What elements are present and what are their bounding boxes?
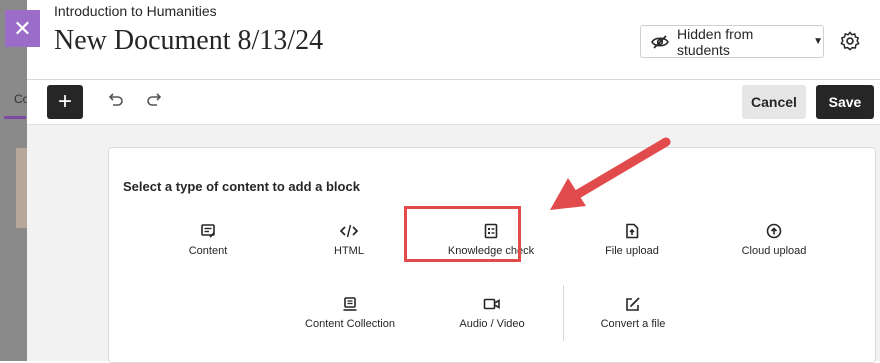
cloud-upload-icon (766, 223, 782, 239)
block-option-label: Cloud upload (741, 245, 807, 257)
block-picker-prompt: Select a type of content to add a block (123, 179, 360, 194)
visibility-dropdown[interactable]: Hidden from students ▼ (640, 25, 824, 58)
block-option-html[interactable]: HTML (292, 221, 406, 257)
option-divider (563, 285, 564, 341)
background-page: Co (0, 0, 29, 361)
edit-icon (201, 224, 215, 238)
annotation-arrow-icon (550, 137, 671, 210)
file-upload-icon (626, 223, 639, 239)
cancel-button[interactable]: Cancel (742, 85, 806, 119)
collection-icon (343, 297, 357, 311)
block-option-convert-file[interactable]: Convert a file (576, 294, 690, 330)
redo-icon[interactable] (147, 93, 163, 107)
convert-icon (626, 297, 640, 311)
add-block-button[interactable]: + (47, 85, 83, 119)
block-option-label: File upload (605, 245, 659, 257)
block-option-label: Content Collection (305, 318, 395, 330)
panel-header: Introduction to Humanities New Document … (27, 0, 880, 80)
close-button[interactable]: ✕ (5, 10, 40, 47)
course-name: Introduction to Humanities (54, 3, 217, 19)
undo-icon[interactable] (107, 93, 123, 107)
block-option-cloud-upload[interactable]: Cloud upload (717, 221, 831, 257)
background-image (16, 148, 27, 228)
block-option-content[interactable]: Content (151, 221, 265, 257)
block-option-label: Audio / Video (459, 318, 525, 330)
document-panel: Introduction to Humanities New Document … (27, 0, 880, 363)
block-option-audio-video[interactable]: Audio / Video (435, 294, 549, 330)
block-option-file-upload[interactable]: File upload (575, 221, 689, 257)
video-icon (483, 298, 500, 310)
annotation-highlight-box (404, 206, 521, 262)
eye-off-icon (651, 34, 669, 49)
save-button[interactable]: Save (816, 85, 874, 119)
chevron-down-icon: ▼ (813, 36, 823, 47)
document-title[interactable]: New Document 8/13/24 (54, 25, 323, 57)
block-option-label: Convert a file (600, 318, 666, 330)
block-option-label: HTML (334, 245, 364, 257)
background-tab-underline (4, 116, 26, 119)
code-icon (340, 224, 358, 238)
visibility-label: Hidden from students (677, 25, 754, 58)
gear-icon[interactable] (839, 30, 861, 52)
editor-toolbar: + Cancel Save (27, 80, 880, 125)
block-option-label: Content (188, 245, 228, 257)
block-option-content-collection[interactable]: Content Collection (293, 294, 407, 330)
